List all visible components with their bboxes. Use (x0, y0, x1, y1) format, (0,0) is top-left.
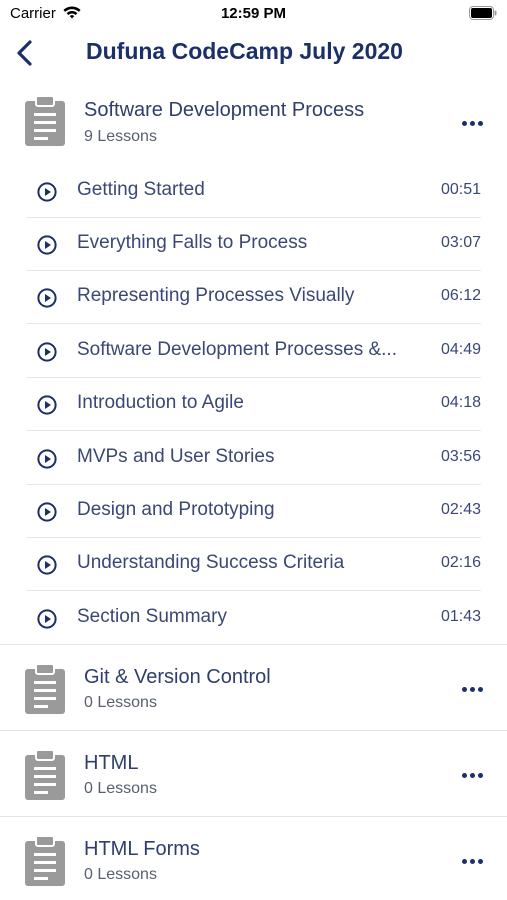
lesson-duration: 06:12 (440, 287, 481, 304)
lesson-duration: 02:16 (440, 554, 481, 571)
lesson-title: Section Summary (77, 606, 227, 627)
lesson-row[interactable]: Representing Processes Visually 06:12 (0, 271, 507, 324)
lesson-row[interactable]: Getting Started 00:51 (0, 165, 507, 218)
section-header-html-forms[interactable]: HTML Forms 0 Lessons (0, 832, 507, 892)
section-title: Git & Version Control (84, 666, 271, 688)
lesson-duration: 00:51 (440, 181, 481, 198)
lesson-row[interactable]: Section Summary 01:43 (0, 592, 507, 645)
status-bar: Carrier 12:59 PM (0, 0, 507, 28)
section-title: HTML Forms (84, 838, 200, 860)
lesson-title: Everything Falls to Process (77, 232, 308, 253)
divider (0, 816, 507, 817)
lesson-row[interactable]: Introduction to Agile 04:18 (0, 378, 507, 431)
lesson-title: MVPs and User Stories (77, 446, 275, 467)
section-title: HTML (84, 752, 139, 774)
play-circle-icon (37, 502, 57, 522)
lesson-title: Understanding Success Criteria (77, 552, 345, 573)
play-circle-icon (37, 609, 57, 629)
lesson-title: Introduction to Agile (77, 392, 244, 413)
lesson-duration: 04:49 (440, 341, 481, 358)
lesson-title: Representing Processes Visually (77, 285, 355, 306)
lesson-row[interactable]: Everything Falls to Process 03:07 (0, 218, 507, 271)
lesson-title: Design and Prototyping (77, 499, 275, 520)
lesson-row[interactable]: Understanding Success Criteria 02:16 (0, 538, 507, 591)
play-circle-icon (37, 288, 57, 308)
divider (26, 323, 481, 324)
divider (26, 590, 481, 591)
section-header-html[interactable]: HTML 0 Lessons (0, 746, 507, 806)
section-lesson-count: 0 Lessons (84, 866, 157, 883)
section-lesson-count: 9 Lessons (84, 128, 157, 145)
clipboard-icon (25, 96, 65, 146)
section-lesson-count: 0 Lessons (84, 694, 157, 711)
lesson-row[interactable]: MVPs and User Stories 03:56 (0, 432, 507, 485)
more-horizontal-icon[interactable] (456, 113, 490, 133)
chevron-left-icon[interactable] (14, 38, 36, 68)
lesson-title: Software Development Processes &... (77, 339, 397, 360)
navigation-bar: Dufuna CodeCamp July 2020 (0, 30, 507, 76)
page-title: Dufuna CodeCamp July 2020 (86, 38, 403, 64)
play-circle-icon (37, 235, 57, 255)
section-header-git-version-control[interactable]: Git & Version Control 0 Lessons (0, 660, 507, 720)
lesson-title: Getting Started (77, 179, 205, 200)
play-circle-icon (37, 342, 57, 362)
play-circle-icon (37, 449, 57, 469)
lesson-duration: 03:56 (440, 448, 481, 465)
more-horizontal-icon[interactable] (456, 851, 490, 871)
section-lesson-count: 0 Lessons (84, 780, 157, 797)
play-circle-icon (37, 395, 57, 415)
lesson-row[interactable]: Software Development Processes &... 04:4… (0, 325, 507, 378)
clipboard-icon (25, 750, 65, 800)
clock: 12:59 PM (220, 5, 287, 22)
section-header-software-development-process[interactable]: Software Development Process 9 Lessons (0, 94, 507, 154)
divider (0, 644, 507, 645)
lesson-duration: 01:43 (440, 608, 481, 625)
more-horizontal-icon[interactable] (456, 679, 490, 699)
lesson-duration: 03:07 (440, 234, 481, 251)
section-title: Software Development Process (84, 99, 365, 121)
clipboard-icon (25, 664, 65, 714)
clipboard-icon (25, 836, 65, 886)
divider (0, 730, 507, 731)
lesson-duration: 02:43 (440, 501, 481, 518)
play-circle-icon (37, 555, 57, 575)
divider (26, 430, 481, 431)
battery-icon (469, 6, 497, 20)
lesson-duration: 04:18 (440, 394, 481, 411)
more-horizontal-icon[interactable] (456, 765, 490, 785)
play-circle-icon (37, 182, 57, 202)
lesson-row[interactable]: Design and Prototyping 02:43 (0, 485, 507, 538)
